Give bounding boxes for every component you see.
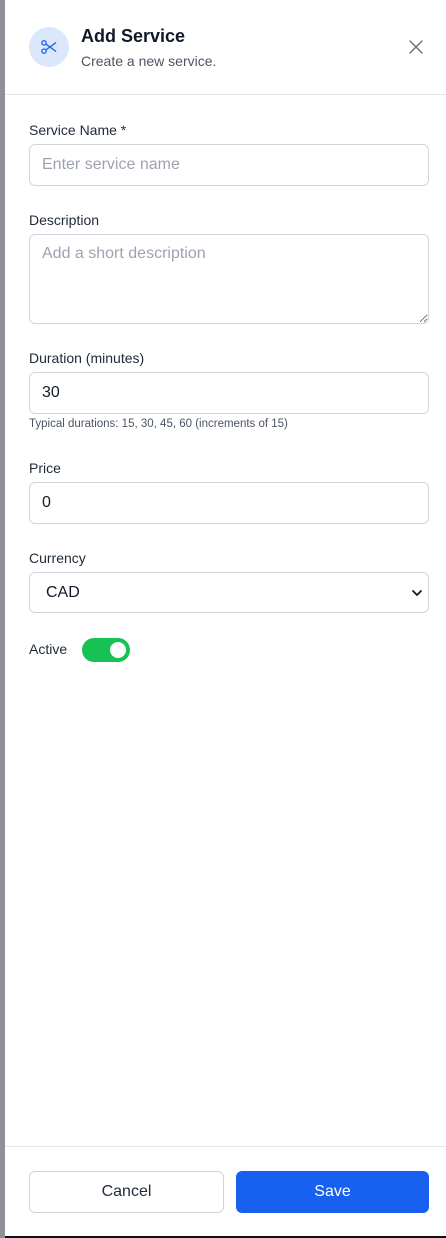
- panel-header: Add Service Create a new service.: [5, 0, 446, 95]
- panel-title: Add Service: [81, 26, 186, 46]
- close-icon: [409, 40, 423, 54]
- service-icon-badge: [29, 27, 69, 67]
- currency-select[interactable]: CAD: [29, 572, 429, 613]
- cancel-button[interactable]: Cancel: [29, 1171, 224, 1213]
- close-button[interactable]: [403, 36, 429, 58]
- backdrop-edge: [0, 0, 5, 1238]
- footer-divider: [5, 1146, 446, 1147]
- service-name-input[interactable]: [29, 144, 429, 186]
- service-name-label: Service Name *: [29, 122, 127, 138]
- chevron-down-icon: [412, 590, 422, 596]
- price-input[interactable]: [29, 482, 429, 524]
- description-textarea[interactable]: [29, 234, 429, 324]
- duration-label: Duration (minutes): [29, 350, 145, 366]
- active-label: Active: [29, 641, 68, 657]
- save-button[interactable]: Save: [236, 1171, 429, 1213]
- panel-subtitle: Create a new service.: [81, 53, 217, 69]
- duration-help-text: Typical durations: 15, 30, 45, 60 (incre…: [29, 418, 288, 430]
- scissors-icon: [41, 40, 57, 54]
- duration-input[interactable]: [29, 372, 429, 414]
- active-toggle[interactable]: [82, 638, 130, 662]
- toggle-knob: [110, 642, 126, 658]
- price-label: Price: [29, 460, 61, 476]
- currency-label: Currency: [29, 550, 86, 566]
- description-label: Description: [29, 212, 100, 228]
- currency-selected-value: CAD: [46, 584, 80, 601]
